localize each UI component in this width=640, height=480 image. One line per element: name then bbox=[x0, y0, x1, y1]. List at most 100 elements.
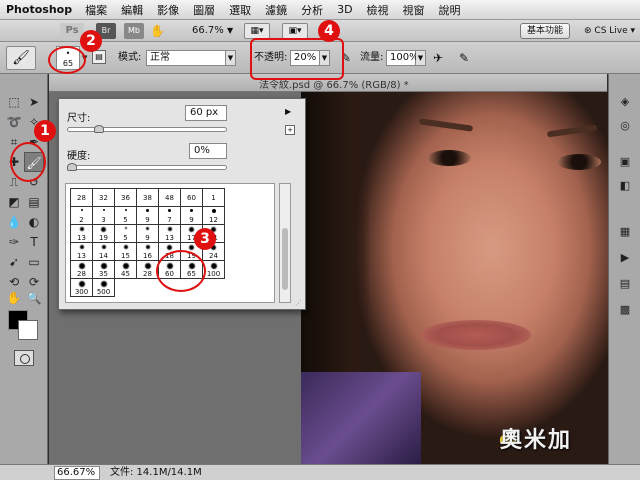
channels-panel-icon[interactable]: ◎ bbox=[617, 118, 633, 134]
airbrush-icon[interactable]: ✈ bbox=[430, 50, 446, 66]
menu-select[interactable]: 選取 bbox=[222, 2, 258, 18]
chevron-down-icon[interactable]: ▼ bbox=[226, 50, 236, 66]
brush-preset-21[interactable]: 13 bbox=[70, 242, 93, 261]
brush-preset-29[interactable]: 35 bbox=[92, 260, 115, 279]
size-label: 尺寸: bbox=[67, 113, 91, 124]
layers-panel-icon[interactable]: ◈ bbox=[617, 94, 633, 110]
hardness-slider-thumb[interactable] bbox=[67, 163, 77, 171]
tablet-pressure-size-icon[interactable]: ✎ bbox=[456, 50, 472, 66]
flow-input[interactable]: 100% bbox=[386, 50, 419, 66]
workspace-switcher[interactable]: 基本功能 bbox=[520, 23, 570, 39]
size-input[interactable]: 60 px bbox=[185, 105, 227, 121]
brush-preset-8[interactable]: 3 bbox=[92, 206, 115, 225]
status-zoom-input[interactable]: 66.67% bbox=[54, 466, 100, 480]
lasso-tool-icon[interactable]: ➰ bbox=[4, 112, 24, 132]
brush-preset-15[interactable]: 19 bbox=[92, 224, 115, 243]
hand-tool-icon[interactable]: ✋ bbox=[4, 288, 24, 308]
brush-preset-10[interactable]: 9 bbox=[136, 206, 159, 225]
swatches-panel-icon[interactable]: ▤ bbox=[617, 276, 633, 292]
canvas-photo[interactable] bbox=[301, 92, 608, 464]
brush-preset-16[interactable]: 5 bbox=[114, 224, 137, 243]
screen-mode-button[interactable]: ▣▾ bbox=[282, 23, 308, 39]
brush-preset-17[interactable]: 9 bbox=[136, 224, 159, 243]
brush-preset-1[interactable]: 32 bbox=[92, 188, 115, 207]
dodge-tool-icon[interactable]: ◐ bbox=[24, 212, 44, 232]
brush-preset-size-label: 500 bbox=[96, 288, 111, 296]
menu-help[interactable]: 說明 bbox=[432, 2, 468, 18]
hand-tool-icon[interactable]: ✋ bbox=[150, 23, 166, 39]
mode-select[interactable]: 正常 bbox=[146, 50, 226, 66]
menu-window[interactable]: 視窗 bbox=[396, 2, 432, 18]
hardness-input[interactable]: 0% bbox=[189, 143, 227, 159]
hardness-slider-track[interactable] bbox=[67, 165, 227, 170]
quick-mask-button[interactable] bbox=[14, 350, 34, 366]
brush-preset-13[interactable]: 12 bbox=[202, 206, 225, 225]
type-tool-icon[interactable]: T bbox=[24, 232, 44, 252]
brush-preset-2[interactable]: 36 bbox=[114, 188, 137, 207]
brush-preset-11[interactable]: 7 bbox=[158, 206, 181, 225]
move-tool-icon[interactable]: ➤ bbox=[24, 92, 44, 112]
adjustments-panel-icon[interactable]: ▣ bbox=[617, 154, 633, 170]
brush-tip-dot-icon bbox=[146, 227, 149, 230]
size-slider-track[interactable] bbox=[67, 127, 227, 132]
history-panel-icon[interactable]: ▦ bbox=[617, 224, 633, 240]
marquee-tool-icon[interactable]: ⬚ bbox=[4, 92, 24, 112]
tool-preset-picker[interactable]: 🖌 bbox=[6, 46, 36, 70]
brush-preset-6[interactable]: 1 bbox=[202, 188, 225, 207]
brush-preset-12[interactable]: 9 bbox=[180, 206, 203, 225]
panel-menu-icon[interactable]: ▶ bbox=[285, 107, 295, 117]
brush-preset-22[interactable]: 14 bbox=[92, 242, 115, 261]
chevron-down-icon[interactable]: ▼ bbox=[416, 50, 426, 66]
menu-file[interactable]: 檔案 bbox=[78, 2, 114, 18]
brush-preset-size-label: 48 bbox=[165, 194, 174, 202]
brush-preset-4[interactable]: 48 bbox=[158, 188, 181, 207]
brush-preset-0[interactable]: 28 bbox=[70, 188, 93, 207]
new-preset-icon[interactable]: + bbox=[285, 125, 295, 135]
menu-3d[interactable]: 3D bbox=[330, 3, 359, 16]
resize-grip-icon[interactable]: ⋰ bbox=[295, 299, 303, 307]
shape-tool-icon[interactable]: ▭ bbox=[24, 252, 44, 272]
menu-layer[interactable]: 圖層 bbox=[186, 2, 222, 18]
brush-panel-toggle[interactable]: ▤ bbox=[92, 50, 106, 64]
pen-tool-icon[interactable]: ✑ bbox=[4, 232, 24, 252]
menu-analysis[interactable]: 分析 bbox=[294, 2, 330, 18]
menu-view[interactable]: 檢視 bbox=[360, 2, 396, 18]
zoom-level-dropdown[interactable]: 66.7% ▼ bbox=[192, 23, 233, 39]
menu-filter[interactable]: 濾鏡 bbox=[258, 2, 294, 18]
brush-preset-7[interactable]: 2 bbox=[70, 206, 93, 225]
preset-scrollbar[interactable] bbox=[279, 183, 291, 303]
blur-tool-icon[interactable]: 💧 bbox=[4, 212, 24, 232]
brush-tip-dot-icon bbox=[78, 281, 85, 287]
brush-preset-size-label: 3 bbox=[101, 216, 106, 224]
size-slider-thumb[interactable] bbox=[94, 125, 104, 133]
brush-preset-5[interactable]: 60 bbox=[180, 188, 203, 207]
cs-live-menu[interactable]: ⊛ CS Live ▾ bbox=[584, 23, 635, 39]
brush-preset-30[interactable]: 45 bbox=[114, 260, 137, 279]
brush-preset-14[interactable]: 13 bbox=[70, 224, 93, 243]
eraser-tool-icon[interactable]: ◩ bbox=[4, 192, 24, 212]
annotation-badge-1: 1 bbox=[34, 120, 56, 142]
brush-preset-3[interactable]: 38 bbox=[136, 188, 159, 207]
menu-edit[interactable]: 編輯 bbox=[114, 2, 150, 18]
masks-panel-icon[interactable]: ◧ bbox=[617, 178, 633, 194]
gradient-tool-icon[interactable]: ▤ bbox=[24, 192, 44, 212]
brush-preset-24[interactable]: 16 bbox=[136, 242, 159, 261]
menu-image[interactable]: 影像 bbox=[150, 2, 186, 18]
app-menu[interactable]: Photoshop bbox=[0, 3, 78, 16]
launch-mini-bridge-button[interactable]: Mb bbox=[124, 23, 144, 39]
actions-panel-icon[interactable]: ▶ bbox=[617, 250, 633, 266]
arrange-documents-button[interactable]: ▦▾ bbox=[244, 23, 270, 39]
background-color-swatch[interactable] bbox=[18, 320, 38, 340]
panel-dock: ◈ ◎ ▣ ◧ ▦ ▶ ▤ ▩ bbox=[608, 74, 640, 464]
brush-preset-35[interactable]: 300 bbox=[70, 278, 93, 297]
brush-tip-dot-icon bbox=[79, 227, 84, 231]
path-select-tool-icon[interactable]: ➹ bbox=[4, 252, 24, 272]
styles-panel-icon[interactable]: ▩ bbox=[617, 302, 633, 318]
preset-scrollbar-thumb[interactable] bbox=[282, 228, 288, 290]
brush-preset-9[interactable]: 5 bbox=[114, 206, 137, 225]
brush-preset-28[interactable]: 28 bbox=[70, 260, 93, 279]
brush-preset-36[interactable]: 500 bbox=[92, 278, 115, 297]
brush-preset-23[interactable]: 15 bbox=[114, 242, 137, 261]
zoom-tool-icon[interactable]: 🔍 bbox=[24, 288, 44, 308]
brush-preset-18[interactable]: 13 bbox=[158, 224, 181, 243]
